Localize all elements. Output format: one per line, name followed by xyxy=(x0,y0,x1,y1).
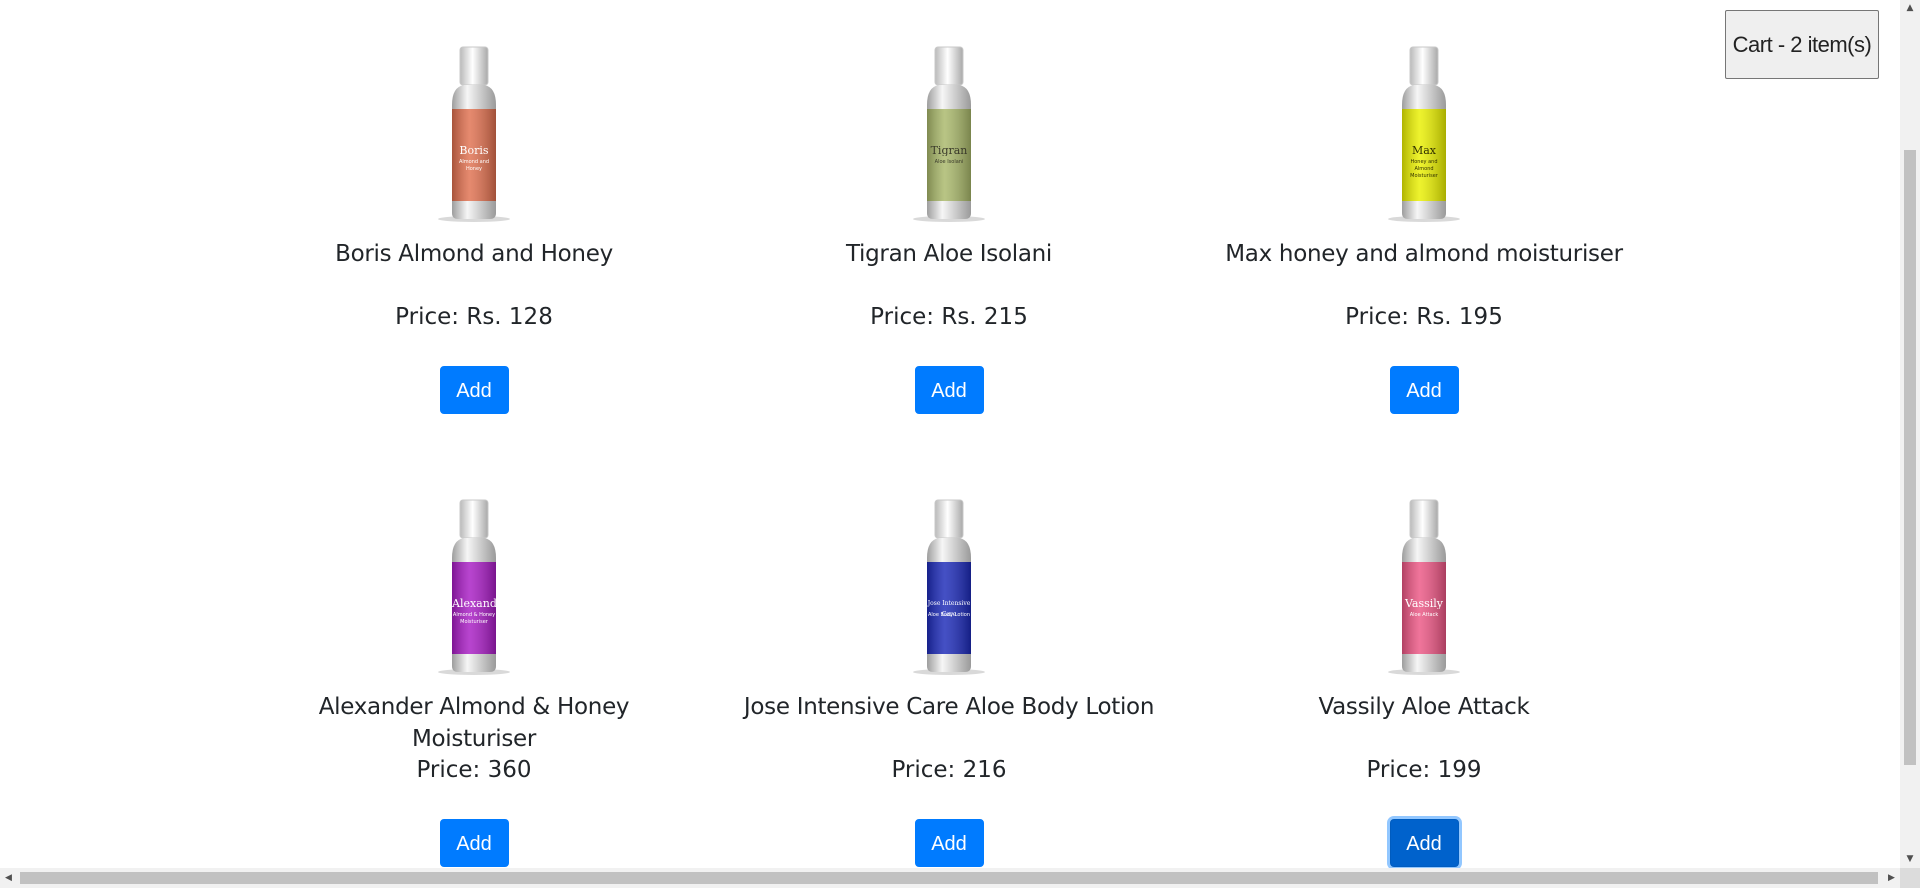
product-price: Price: Rs. 128 xyxy=(395,304,553,330)
add-to-cart-button[interactable]: Add xyxy=(1389,819,1459,867)
vertical-scrollbar[interactable]: ▲ ▼ xyxy=(1900,0,1920,868)
add-to-cart-button[interactable]: Add xyxy=(914,366,984,414)
product-card: Boris Almond and Honey Boris Almond and … xyxy=(254,45,694,414)
bottle-label-sub: Aloe Body Lotion xyxy=(927,612,971,618)
product-price: Price: Rs. 195 xyxy=(1345,304,1503,330)
product-name: Boris Almond and Honey xyxy=(335,241,613,267)
add-to-cart-button[interactable]: Add xyxy=(439,819,509,867)
product-name: Vassily Aloe Attack xyxy=(1318,694,1530,720)
product-price: Price: 360 xyxy=(416,757,532,783)
add-to-cart-button[interactable]: Add xyxy=(1389,366,1459,414)
add-to-cart-button[interactable]: Add xyxy=(439,366,509,414)
bottle-label-brand: Tigran xyxy=(930,145,968,156)
product-image: Vassily Aloe Attack xyxy=(1204,498,1644,678)
product-card: Tigran Aloe Isolani Tigran Aloe Isolani … xyxy=(729,45,1169,414)
product-page: Cart - 2 item(s) Boris Almond and Honey … xyxy=(0,0,1900,868)
bottle-icon xyxy=(1388,46,1460,222)
bottle-label-brand: Alexander xyxy=(452,598,496,609)
scrollbar-corner xyxy=(1900,868,1920,888)
product-image: Max Honey and Almond Moisturiser xyxy=(1204,45,1644,225)
horizontal-scroll-thumb[interactable] xyxy=(20,872,1878,884)
product-name: Alexander Almond & Honey Moisturiser xyxy=(318,694,630,752)
horizontal-scrollbar[interactable]: ◀ ▶ xyxy=(0,868,1900,888)
bottle-label-sub: Aloe Attack xyxy=(1409,612,1439,618)
bottle-icon xyxy=(438,46,510,222)
product-image: Alexander Almond & Honey Moisturiser xyxy=(254,498,694,678)
product-name: Tigran Aloe Isolani xyxy=(845,241,1053,267)
bottle-label-sub: Almond & Honey Moisturiser xyxy=(452,612,496,625)
scroll-down-arrow-icon[interactable]: ▼ xyxy=(1900,851,1920,868)
bottle-label-sub: Honey and Almond Moisturiser xyxy=(1410,159,1438,179)
product-card: Jose Intensive Care Aloe Body Lotion Jos… xyxy=(729,498,1169,867)
bottle-icon xyxy=(438,499,510,675)
product-price: Price: 199 xyxy=(1366,757,1482,783)
product-name: Jose Intensive Care Aloe Body Lotion xyxy=(743,694,1155,720)
bottle-label-brand: Max xyxy=(1411,145,1437,156)
scroll-right-arrow-icon[interactable]: ▶ xyxy=(1883,868,1900,888)
bottle-icon xyxy=(1388,499,1460,675)
product-card: Vassily Aloe Attack Vassily Aloe Attack … xyxy=(1204,498,1644,867)
product-price: Price: 216 xyxy=(891,757,1007,783)
product-image: Tigran Aloe Isolani xyxy=(729,45,1169,225)
product-name: Max honey and almond moisturiser xyxy=(1225,241,1623,267)
bottle-label-sub: Almond and Honey xyxy=(458,159,490,172)
product-card: Alexander Almond & Honey Moisturiser Ale… xyxy=(254,498,694,867)
bottle-label-sub: Aloe Isolani xyxy=(934,159,964,165)
bottle-label-brand: Vassily xyxy=(1404,598,1444,609)
bottle-label-brand: Boris xyxy=(459,145,489,156)
bottle-icon xyxy=(913,46,985,222)
scroll-left-arrow-icon[interactable]: ◀ xyxy=(0,868,17,888)
scroll-up-arrow-icon[interactable]: ▲ xyxy=(1900,0,1920,17)
product-price: Price: Rs. 215 xyxy=(870,304,1028,330)
vertical-scroll-thumb[interactable] xyxy=(1904,150,1916,765)
product-image: Boris Almond and Honey xyxy=(254,45,694,225)
add-to-cart-button[interactable]: Add xyxy=(914,819,984,867)
product-card: Max Honey and Almond Moisturiser Max hon… xyxy=(1204,45,1644,414)
cart-button[interactable]: Cart - 2 item(s) xyxy=(1725,10,1879,79)
bottle-icon xyxy=(913,499,985,675)
product-image: Jose Intensive Care Aloe Body Lotion xyxy=(729,498,1169,678)
